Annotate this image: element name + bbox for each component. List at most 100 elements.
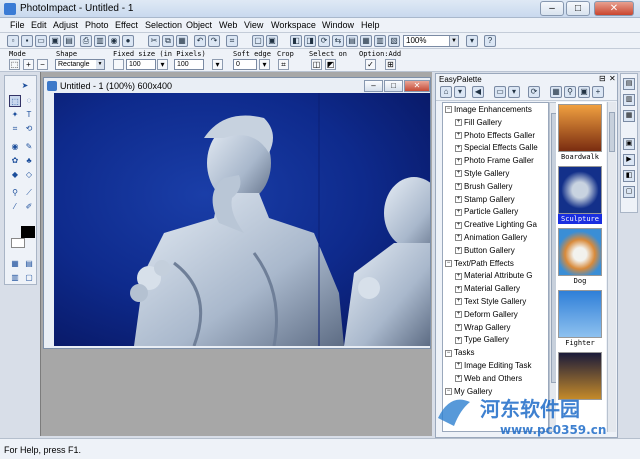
retouch-tool-icon[interactable]: ✿ xyxy=(9,155,21,167)
tree-item[interactable]: + Animation Gallery xyxy=(455,232,527,244)
print-icon[interactable]: ⎙ xyxy=(80,35,92,47)
expand-icon[interactable]: + xyxy=(455,336,462,344)
close-button[interactable]: ✕ xyxy=(594,1,634,16)
tree-item[interactable]: + Type Gallery xyxy=(455,334,509,346)
palette-options-icon[interactable]: ▾ xyxy=(508,86,520,98)
object-manager-icon[interactable]: ◧ xyxy=(623,170,635,182)
thumbnail-boardwalk[interactable]: Boardwalk xyxy=(558,104,602,162)
tree-item[interactable]: + Image Editing Task xyxy=(455,360,531,372)
crop-icon[interactable]: ⌗ xyxy=(278,59,289,70)
expand-icon[interactable]: + xyxy=(455,221,462,229)
cut-icon[interactable]: ✂ xyxy=(148,35,160,47)
expand-icon[interactable]: + xyxy=(455,362,462,370)
thumbnail-dog[interactable]: Dog xyxy=(558,228,602,286)
palette-pin-icon[interactable]: ⊟ xyxy=(599,74,606,83)
expand-icon[interactable]: + xyxy=(455,311,462,319)
height-arrow-icon[interactable]: ▾ xyxy=(212,59,223,70)
zoom-tool-icon[interactable]: ⚲ xyxy=(9,187,21,199)
lasso-tool-icon[interactable]: ◌ xyxy=(23,95,35,107)
menu-photo[interactable]: Photo xyxy=(85,20,109,30)
maximize-button[interactable]: □ xyxy=(566,1,590,16)
menu-help[interactable]: Help xyxy=(361,20,380,30)
menu-edit[interactable]: Edit xyxy=(31,20,47,30)
image-canvas[interactable] xyxy=(54,93,430,346)
frame-icon[interactable]: ▢ xyxy=(23,272,35,284)
undo-icon[interactable]: ↶ xyxy=(194,35,206,47)
crop-icon[interactable]: ⌗ xyxy=(226,35,238,47)
tree-item[interactable]: + Deform Gallery xyxy=(455,309,518,321)
tree-item[interactable]: + Web and Others xyxy=(455,373,522,385)
new-icon[interactable]: ▫ xyxy=(7,35,19,47)
collapse-icon[interactable]: − xyxy=(445,106,452,114)
tree-item[interactable]: + Brush Gallery xyxy=(455,181,512,193)
pick-tool-icon[interactable]: ➤ xyxy=(19,80,31,92)
palette-grid-icon[interactable]: ▦ xyxy=(550,86,562,98)
save-icon[interactable]: ▣ xyxy=(49,35,61,47)
height-field[interactable]: 100 xyxy=(174,59,204,70)
path-tool-icon[interactable]: ✐ xyxy=(23,201,35,213)
collapse-icon[interactable]: − xyxy=(445,349,452,357)
doc-minimize-button[interactable]: – xyxy=(364,80,383,92)
palette-view-icon[interactable]: ▣ xyxy=(578,86,590,98)
zoom-select[interactable]: 100% ▼ xyxy=(403,35,459,47)
palette-add-icon[interactable]: + xyxy=(592,86,604,98)
expand-icon[interactable]: + xyxy=(455,298,462,306)
select-on-b-icon[interactable]: ◩ xyxy=(325,59,336,70)
quick-command-icon[interactable]: ▶ xyxy=(623,154,635,166)
menu-view[interactable]: View xyxy=(244,20,263,30)
background-color[interactable] xyxy=(11,238,25,248)
text-tool-icon[interactable]: T xyxy=(23,109,35,121)
fill-tool-icon[interactable]: ◇ xyxy=(23,169,35,181)
tree-item[interactable]: + Photo Frame Galler xyxy=(455,155,534,167)
mode-add-icon[interactable]: + xyxy=(23,59,34,70)
expand-icon[interactable]: + xyxy=(455,144,462,152)
panel-view-icon[interactable]: ▤ xyxy=(23,258,35,270)
menu-object[interactable]: Object xyxy=(186,20,212,30)
tree-item[interactable]: + Material Gallery xyxy=(455,283,520,295)
screen-icon[interactable]: ▣ xyxy=(266,35,278,47)
resize-icon[interactable]: ◧ xyxy=(290,35,302,47)
grid-icon[interactable]: ▦ xyxy=(360,35,372,47)
browser-icon[interactable]: ● xyxy=(122,35,134,47)
tree-item[interactable]: + Material Attribute G xyxy=(455,270,532,282)
grid-view-icon[interactable]: ▦ xyxy=(9,258,21,270)
capture-icon[interactable]: ▢ xyxy=(252,35,264,47)
palette-back-icon[interactable]: ◀ xyxy=(472,86,484,98)
eraser-tool-icon[interactable]: ◆ xyxy=(9,169,21,181)
crop-tool-icon[interactable]: ⌗ xyxy=(9,123,21,135)
shape-select[interactable]: Rectangle ▼ xyxy=(55,59,105,70)
info-icon[interactable]: ▢ xyxy=(623,186,635,198)
duplicate-icon[interactable]: ◨ xyxy=(304,35,316,47)
menu-selection[interactable]: Selection xyxy=(145,20,182,30)
expand-icon[interactable]: + xyxy=(455,375,462,383)
palette-folder-icon[interactable]: ▭ xyxy=(494,86,506,98)
eyedropper-tool-icon[interactable]: ⟋ xyxy=(23,187,35,199)
magic-wand-icon[interactable]: ✦ xyxy=(9,109,21,121)
scan-icon[interactable]: ▥ xyxy=(94,35,106,47)
zoom-in-icon[interactable]: ▾ xyxy=(466,35,478,47)
mode-new-icon[interactable]: ⬚ xyxy=(9,59,20,70)
expand-icon[interactable]: + xyxy=(455,170,462,178)
save-as-icon[interactable]: ▤ xyxy=(63,35,75,47)
width-field[interactable]: 100 xyxy=(126,59,156,70)
rotate-icon[interactable]: ⟳ xyxy=(318,35,330,47)
menu-workspace[interactable]: Workspace xyxy=(271,20,316,30)
expand-icon[interactable]: + xyxy=(455,183,462,191)
thumbnail-fighter[interactable]: Fighter ... xyxy=(558,290,602,357)
redo-icon[interactable]: ↷ xyxy=(208,35,220,47)
select-on-a-icon[interactable]: ◫ xyxy=(311,59,322,70)
doc-maximize-button[interactable]: □ xyxy=(384,80,403,92)
foreground-color[interactable] xyxy=(21,226,35,238)
expand-icon[interactable]: + xyxy=(455,247,462,255)
camera-icon[interactable]: ◉ xyxy=(108,35,120,47)
layout-icon[interactable]: ▤ xyxy=(346,35,358,47)
tree-item[interactable]: + Stamp Gallery xyxy=(455,194,515,206)
line-tool-icon[interactable]: ⁄ xyxy=(9,201,21,213)
palette-close-icon[interactable]: ✕ xyxy=(609,74,616,83)
tree-item[interactable]: + Creative Lighting Ga xyxy=(455,219,537,231)
tree-item[interactable]: + Button Gallery xyxy=(455,245,515,257)
help-icon[interactable]: ? xyxy=(484,35,496,47)
menu-effect[interactable]: Effect xyxy=(115,20,138,30)
tree-item[interactable]: + Fill Gallery xyxy=(455,117,502,129)
document-manager-icon[interactable]: ▦ xyxy=(623,110,635,122)
